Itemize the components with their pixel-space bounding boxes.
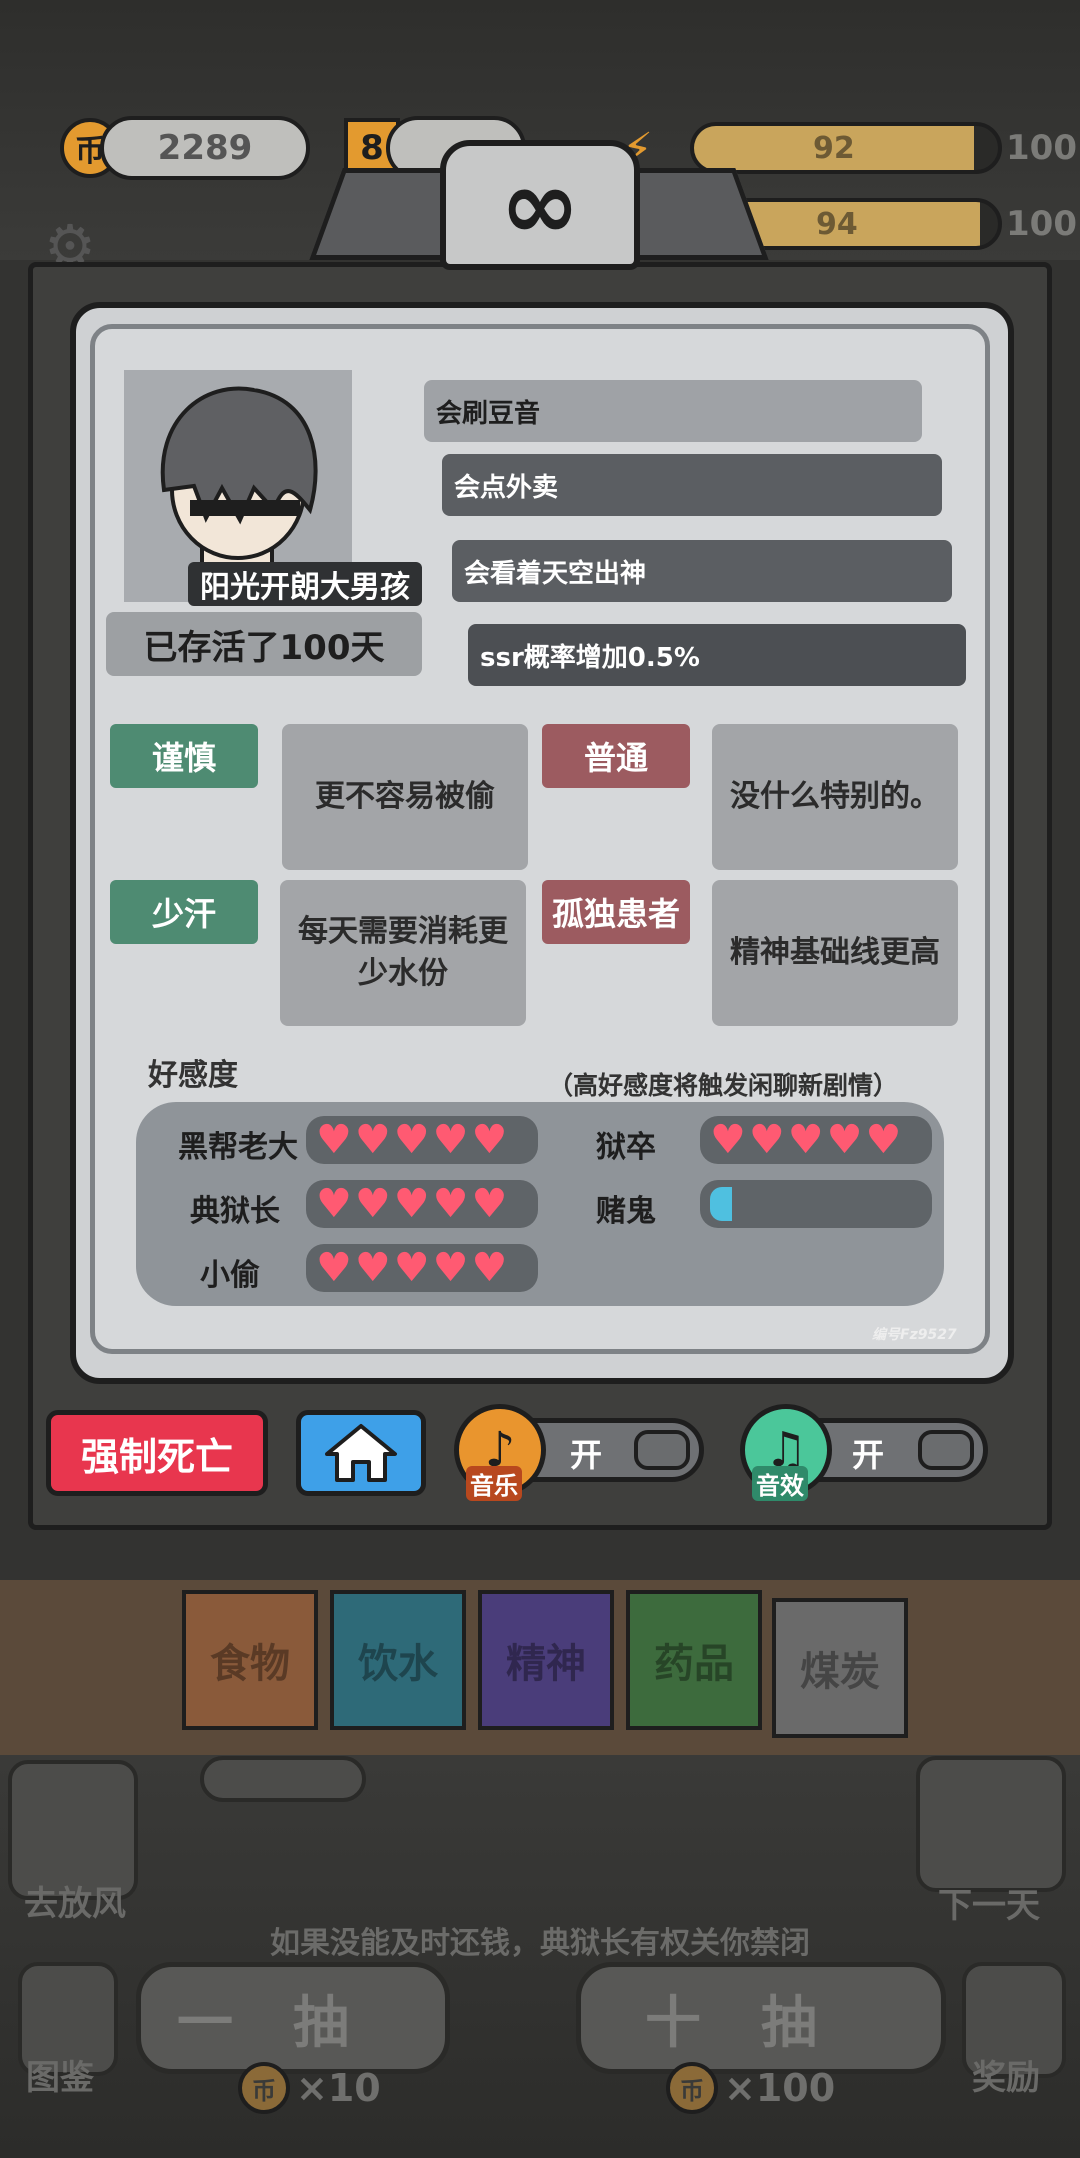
- coin-icon: 币: [238, 2062, 290, 2114]
- draw-one-button[interactable]: 一抽: [136, 1962, 450, 2074]
- sfx-state: 开: [852, 1436, 885, 1474]
- affection-name: 狱卒: [596, 1130, 656, 1165]
- heart-icon: ♥: [710, 1117, 746, 1163]
- affection-name: 小偷: [200, 1258, 260, 1293]
- heart-icon: ♥: [748, 1117, 785, 1163]
- trait-label-less-sweat: 少汗: [110, 880, 258, 944]
- gallery-button[interactable]: 图鉴: [26, 2050, 94, 2099]
- energy-max: 100: [1006, 128, 1077, 168]
- draw-ten-cost: 币 ×100: [666, 2062, 835, 2114]
- heart-icon: ♥: [432, 1117, 469, 1163]
- tagline-2: 会点外卖: [442, 454, 942, 516]
- draw-one-cost-value: ×10: [296, 2066, 381, 2110]
- tagline-4: ssr概率增加0.5%: [468, 624, 966, 686]
- music-toggle-knob[interactable]: [634, 1430, 690, 1470]
- heart-icon: ♥: [432, 1245, 469, 1291]
- music-state: 开: [570, 1436, 603, 1474]
- heart-icon: ♥: [393, 1245, 430, 1291]
- trait-label-cautious: 谨慎: [110, 724, 258, 788]
- heart-icon: ♥: [471, 1181, 508, 1227]
- affection-name: 典狱长: [190, 1194, 280, 1229]
- draw-ten-cost-value: ×100: [724, 2066, 836, 2110]
- trait-desc-less-sweat: 每天需要消耗更少水份: [280, 880, 526, 1026]
- heart-icon: ♥: [826, 1117, 863, 1163]
- sfx-label: 音效: [752, 1466, 808, 1501]
- character-name: 阳光开朗大男孩: [188, 562, 422, 606]
- trait-desc-lonely: 精神基础线更高: [712, 880, 958, 1026]
- trait-desc-cautious: 更不容易被偷: [282, 724, 528, 870]
- heart-icon: ♥: [787, 1117, 824, 1163]
- heart-icon: ♥: [865, 1117, 902, 1163]
- heart-icon: ♥: [432, 1181, 469, 1227]
- water-max: 100: [1006, 204, 1077, 244]
- heart-icon: ♥: [354, 1245, 391, 1291]
- heart-icon: ♥: [354, 1117, 391, 1163]
- reward-button[interactable]: 奖励: [972, 2050, 1040, 2099]
- heart-icon: ♥: [316, 1245, 352, 1291]
- affection-bar: [700, 1180, 932, 1228]
- trait-desc-normal: 没什么特别的。: [712, 724, 958, 870]
- category-water[interactable]: 饮水: [330, 1590, 466, 1730]
- heart-icon: ♥: [471, 1245, 508, 1291]
- heart-icon: ♥: [393, 1117, 430, 1163]
- category-medicine[interactable]: 药品: [626, 1590, 762, 1730]
- affection-title: 好感度: [148, 1058, 238, 1093]
- energy-bar: 92: [690, 122, 1002, 174]
- trait-label-normal: 普通: [542, 724, 690, 788]
- infinity-icon: ∞: [440, 140, 640, 270]
- tagline-3: 会看着天空出神: [452, 540, 952, 602]
- draw-one-cost: 币 ×10: [238, 2062, 381, 2114]
- affection-bar: ♥ ♥ ♥ ♥ ♥: [306, 1116, 538, 1164]
- next-day-icon[interactable]: [916, 1756, 1066, 1892]
- heart-icon: ♥: [471, 1117, 508, 1163]
- affection-note: （高好感度将触发闲聊新剧情）: [548, 1071, 899, 1100]
- chat-bubble[interactable]: [200, 1756, 366, 1802]
- category-coal[interactable]: 煤炭: [772, 1598, 908, 1738]
- affection-bar: ♥ ♥ ♥ ♥ ♥: [700, 1116, 932, 1164]
- days-alive: 已存活了100天: [106, 612, 422, 676]
- music-label: 音乐: [466, 1466, 522, 1501]
- affection-bar: ♥ ♥ ♥ ♥ ♥: [306, 1180, 538, 1228]
- coin-counter: 2289: [100, 116, 310, 180]
- energy-bar-fill: 92: [694, 126, 974, 170]
- force-death-button[interactable]: 强制死亡: [46, 1410, 268, 1496]
- trait-label-lonely: 孤独患者: [542, 880, 690, 944]
- heart-icon: ♥: [354, 1181, 391, 1227]
- heart-icon: ♥: [393, 1181, 430, 1227]
- heart-icon: ♥: [316, 1117, 352, 1163]
- coin-icon: 币: [666, 2062, 718, 2114]
- home-button[interactable]: [296, 1410, 426, 1496]
- affection-bar: ♥ ♥ ♥ ♥ ♥: [306, 1244, 538, 1292]
- sfx-toggle-knob[interactable]: [918, 1430, 974, 1470]
- draw-ten-button[interactable]: 十抽: [576, 1962, 946, 2074]
- category-mind[interactable]: 精神: [478, 1590, 614, 1730]
- affection-name: 黑帮老大: [178, 1130, 298, 1165]
- affection-partial-fill: [710, 1187, 732, 1221]
- tagline-1: 会刷豆音: [424, 380, 922, 442]
- hint-text: 如果没能及时还钱，典狱长有权关你禁闭: [270, 1926, 810, 1961]
- affection-name: 赌鬼: [596, 1194, 656, 1229]
- heart-icon: ♥: [316, 1181, 352, 1227]
- category-food[interactable]: 食物: [182, 1590, 318, 1730]
- serial-number: 编号Fz9527: [872, 1327, 957, 1343]
- home-icon: [325, 1424, 397, 1482]
